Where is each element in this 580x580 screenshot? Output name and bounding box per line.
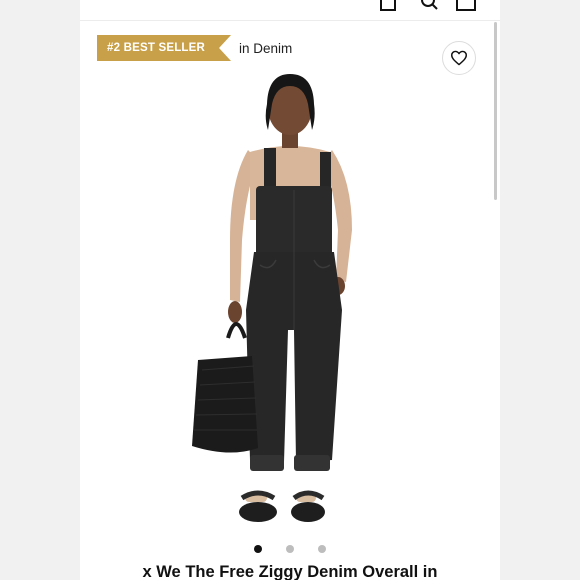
carousel-dot[interactable] (318, 545, 326, 553)
top-nav-bar (80, 0, 500, 21)
product-title: x We The Free Ziggy Denim Overall in (142, 563, 438, 580)
search-icon[interactable] (420, 0, 440, 12)
product-image[interactable] (80, 60, 490, 540)
best-seller-badge: #2 BEST SELLER (97, 35, 231, 61)
best-seller-row: #2 BEST SELLER in Denim (97, 35, 292, 61)
product-page: #2 BEST SELLER in Denim x We The Free Zi… (80, 0, 500, 580)
carousel-dots (254, 545, 326, 553)
cart-icon[interactable] (455, 0, 477, 12)
carousel-dot[interactable] (286, 545, 294, 553)
carousel-dot[interactable] (254, 545, 262, 553)
bag-icon[interactable] (378, 0, 398, 12)
category-link[interactable]: in Denim (239, 41, 292, 56)
scrollbar[interactable] (494, 22, 497, 200)
